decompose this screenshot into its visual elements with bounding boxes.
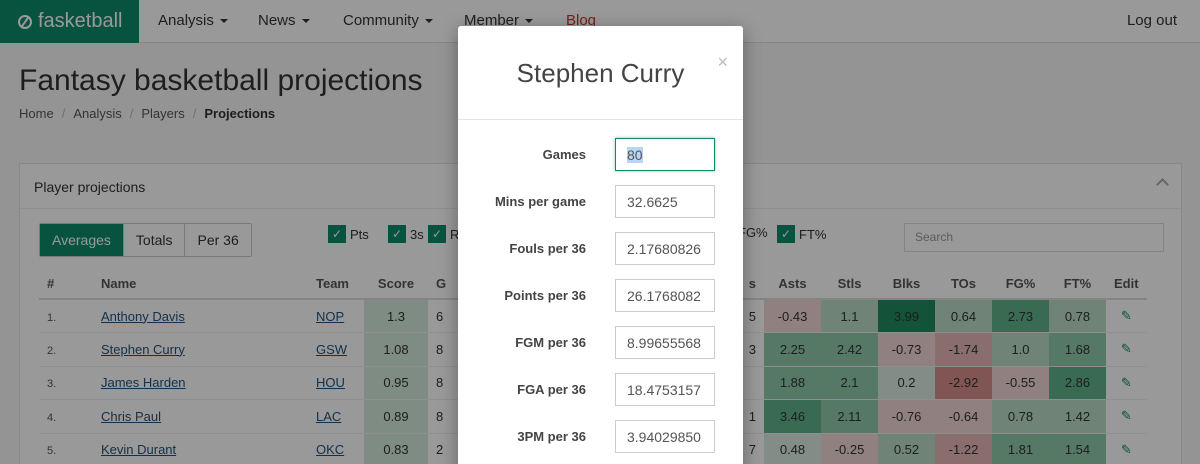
form-row: Fouls per 36 2.17680826 <box>458 232 743 266</box>
form-row: Mins per game 32.6625 <box>458 185 743 219</box>
form-row: FGA per 36 18.4753157 <box>458 373 743 407</box>
stat-input-value: 32.6625 <box>627 194 678 210</box>
field-label: 3PM per 36 <box>517 429 586 444</box>
stat-input[interactable]: 18.4753157 <box>615 373 715 406</box>
stat-input[interactable]: 2.17680826 <box>615 232 715 265</box>
form-row: 3PM per 36 3.94029850 <box>458 420 743 454</box>
form-row: Points per 36 26.1768082 <box>458 279 743 313</box>
modal-divider <box>458 119 743 120</box>
player-edit-modal: Stephen Curry × Games 80 Mins per game 32.6… <box>458 26 743 464</box>
stat-input-value: 18.4753157 <box>627 382 701 398</box>
stat-input-value: 3.94029850 <box>627 429 701 445</box>
stat-input[interactable]: 26.1768082 <box>615 279 715 312</box>
modal-title: Stephen Curry <box>516 58 685 88</box>
field-label: FGM per 36 <box>515 335 586 350</box>
stat-input-value: 8.99655568 <box>627 335 701 351</box>
stat-input[interactable]: 80 <box>615 138 715 171</box>
field-label: FGA per 36 <box>517 382 586 397</box>
form-row: Games 80 <box>458 138 743 172</box>
stat-input-value: 80 <box>627 147 643 163</box>
close-icon[interactable]: × <box>717 52 728 73</box>
stat-input-value: 2.17680826 <box>627 241 701 257</box>
field-label: Fouls per 36 <box>509 241 586 256</box>
stat-input[interactable]: 8.99655568 <box>615 326 715 359</box>
stat-input[interactable]: 32.6625 <box>615 185 715 218</box>
stat-input-value: 26.1768082 <box>627 288 701 304</box>
field-label: Mins per game <box>494 194 586 209</box>
stat-input[interactable]: 3.94029850 <box>615 420 715 453</box>
field-label: Games <box>542 147 586 162</box>
field-label: Points per 36 <box>504 288 586 303</box>
form-row: FGM per 36 8.99655568 <box>458 326 743 360</box>
